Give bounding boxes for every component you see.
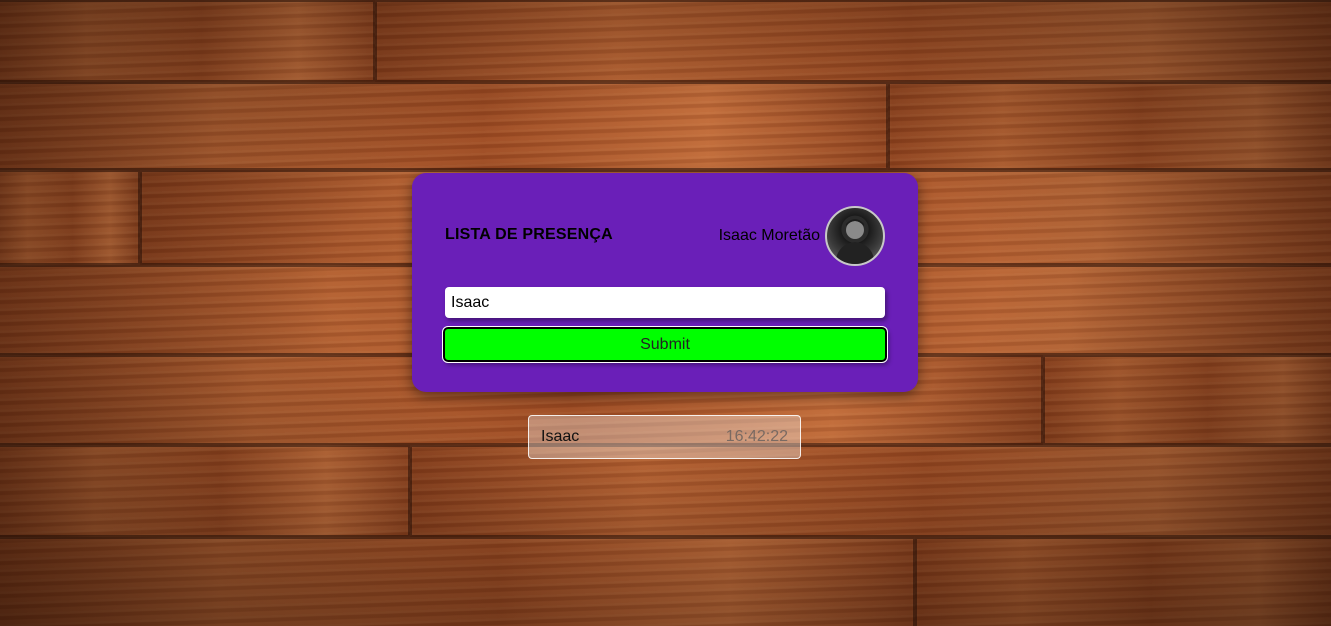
entry-name: Isaac <box>541 428 580 445</box>
attendance-card: LISTA DE PRESENÇA Isaac Moretão Submit <box>412 173 918 392</box>
name-input[interactable] <box>445 287 885 318</box>
user-name: Isaac Moretão <box>718 227 820 244</box>
user-avatar-icon <box>825 206 885 266</box>
card-title: LISTA DE PRESENÇA <box>445 226 613 243</box>
user-profile: Isaac Moretão <box>719 206 885 266</box>
attendance-entry: Isaac 16:42:22 <box>528 415 801 459</box>
entry-time: 16:42:22 <box>725 428 788 445</box>
submit-button[interactable]: Submit <box>442 326 888 363</box>
